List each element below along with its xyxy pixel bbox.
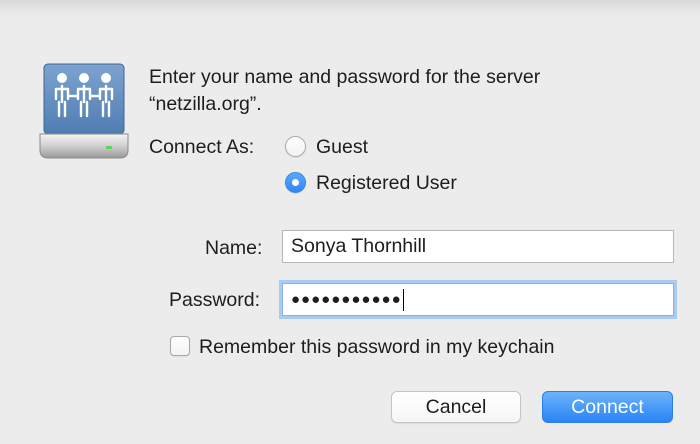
shared-server-icon [39,63,129,159]
password-field[interactable]: ●●●●●●●●●●● [282,283,674,316]
cancel-button[interactable]: Cancel [391,391,521,423]
dialog-top-edge [0,0,700,18]
message-line-2: “netzilla.org”. [149,93,262,115]
name-field-value: Sonya Thornhill [291,235,427,257]
registered-user-radio[interactable] [285,172,306,193]
connect-button[interactable]: Connect [542,391,673,423]
text-caret [402,288,405,311]
password-field-value: ●●●●●●●●●●● [291,290,402,308]
name-field[interactable]: Sonya Thornhill [282,230,674,263]
password-label: Password: [169,289,261,311]
registered-user-radio-label[interactable]: Registered User [316,171,457,195]
guest-radio[interactable] [285,136,306,157]
keychain-checkbox-label[interactable]: Remember this password in my keychain [199,335,554,359]
connect-as-label: Connect As: [149,136,255,158]
connect-to-server-dialog: Enter your name and password for the ser… [0,0,700,444]
guest-radio-label[interactable]: Guest [316,135,368,159]
keychain-checkbox[interactable] [170,336,190,356]
name-label: Name: [205,237,263,259]
message-line-1: Enter your name and password for the ser… [149,66,541,88]
dialog-message: Enter your name and password for the ser… [149,64,669,118]
